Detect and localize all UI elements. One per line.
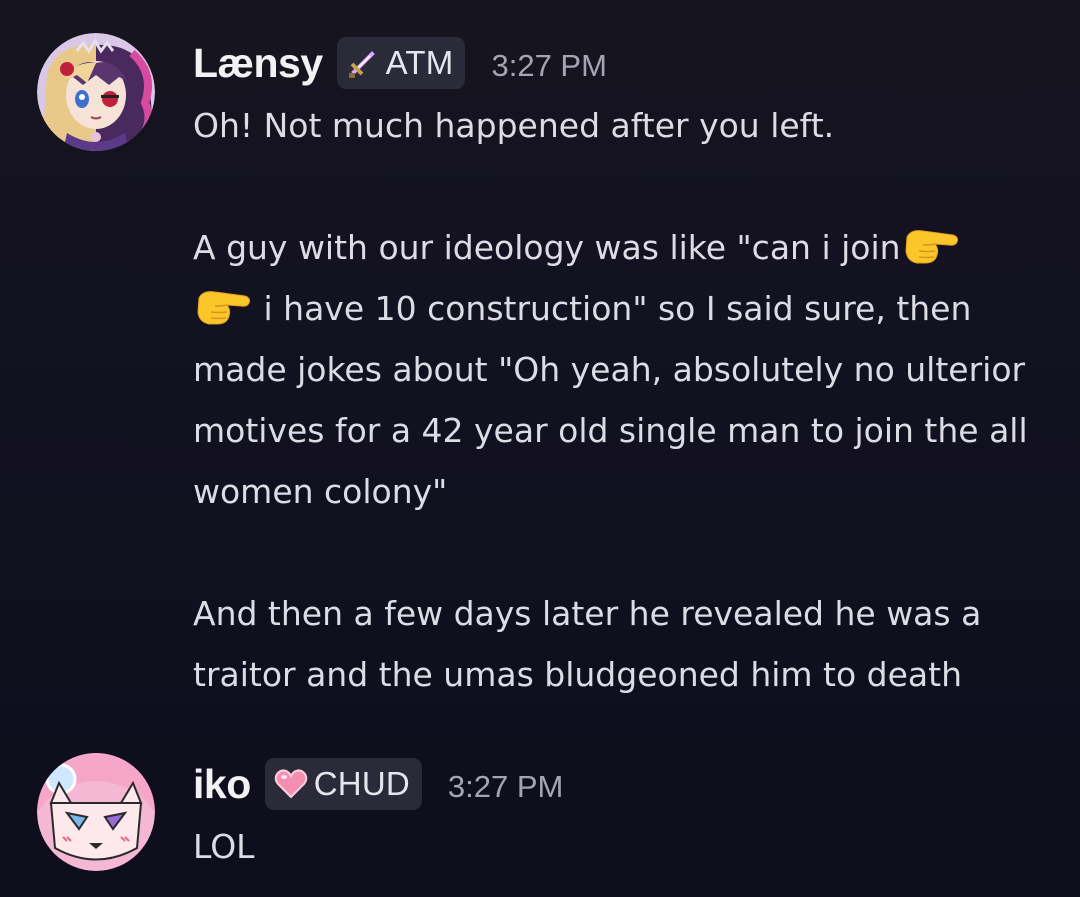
role-tag-label: ATM [385,44,454,81]
role-tag-label: CHUD [313,765,410,802]
message-paragraph: And then a few days later he revealed he… [193,594,982,694]
pointing-right-icon [193,284,253,328]
message-paragraph: A guy with our ideology was like "can i … [193,217,1053,522]
user-avatar-iko[interactable] [37,753,155,871]
timestamp: 3:27 PM [447,769,564,804]
message-paragraph: LOL [193,827,255,866]
role-tag[interactable]: CHUD [264,758,422,810]
pixel-cat-avatar [37,753,155,871]
anime-girl-avatar [37,33,155,151]
role-tag[interactable]: ATM [336,37,466,89]
pink-heart-icon [274,767,308,801]
user-avatar-laensy[interactable] [37,33,155,151]
message-header: iko CHUD 3:27 PM [193,758,563,810]
timestamp: 3:27 PM [491,48,607,83]
message-content: LOL [193,816,1053,877]
message-paragraph: Oh! Not much happened after you left. [193,106,835,145]
message-text: A guy with our ideology was like "can i … [193,228,901,267]
pointing-right-icon [901,223,961,267]
sword-icon [346,46,380,80]
message-content: Oh! Not much happened after you left. A … [193,95,1053,705]
username[interactable]: iko [193,761,251,808]
message-text: i have 10 construction" so I said sure, … [193,289,1028,511]
username[interactable]: Lænsy [193,40,323,87]
message-header: Lænsy ATM 3:27 PM [193,37,607,89]
